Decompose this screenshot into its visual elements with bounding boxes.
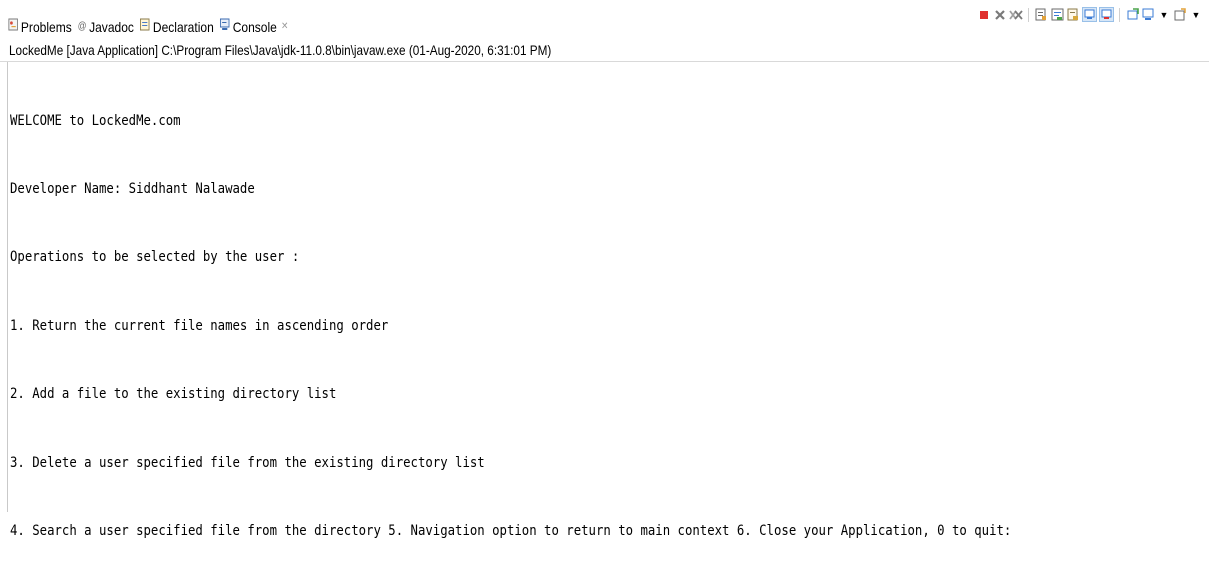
view-tab-bar: Problems @ Javadoc Declaration Console ✕ [0,0,1209,35]
javadoc-icon: @ [77,20,87,32]
console-line: WELCOME to LockedMe.com [10,112,181,129]
show-console-on-stderr-icon[interactable] [1082,7,1097,22]
chevron-down-icon[interactable]: ▼ [1157,8,1171,22]
console-toolbar: ▼ ▼ [977,7,1203,22]
declaration-icon [140,18,150,35]
console-line: 3. Delete a user specified file from the… [10,454,485,471]
tab-problems-label: Problems [20,18,72,35]
terminate-icon[interactable] [977,8,991,22]
launch-description: LockedMe [Java Application] C:\Program F… [9,42,552,58]
console-line: Operations to be selected by the user : [10,249,300,266]
toolbar-separator [1028,7,1029,22]
toolbar-separator [1119,7,1120,22]
new-console-view-icon[interactable] [1173,8,1187,22]
tab-console-label: Console [232,18,277,35]
remove-all-terminated-icon[interactable] [1009,8,1023,22]
close-icon[interactable]: ✕ [281,21,288,32]
tab-declaration[interactable]: Declaration [140,18,214,35]
console-output[interactable]: WELCOME to LockedMe.com Developer Name: … [10,64,1011,566]
tab-javadoc-label: Javadoc [89,18,134,35]
open-console-icon[interactable] [1141,8,1155,22]
problems-icon [8,18,18,35]
console-icon [220,18,230,35]
pin-console-icon[interactable] [1099,7,1114,22]
console-left-border [7,62,8,512]
header-divider [0,61,1209,62]
console-line: 1. Return the current file names in asce… [10,317,389,334]
tab-problems[interactable]: Problems [8,18,72,35]
scroll-lock-icon[interactable] [1034,8,1048,22]
show-console-on-stdout-icon[interactable] [1066,8,1080,22]
console-line: Developer Name: Siddhant Nalawade [10,180,255,197]
word-wrap-icon[interactable] [1050,8,1064,22]
console-line: 4. Search a user specified file from the… [10,522,1012,539]
tab-javadoc[interactable]: @ Javadoc [78,19,134,35]
console-line: 2. Add a file to the existing directory … [10,386,337,403]
display-selected-console-icon[interactable] [1125,8,1139,22]
tab-declaration-label: Declaration [152,18,214,35]
tab-console[interactable]: Console ✕ [220,18,288,35]
remove-launch-icon[interactable] [993,8,1007,22]
view-tabs: Problems @ Javadoc Declaration Console ✕ [8,18,294,35]
chevron-down-icon[interactable]: ▼ [1189,8,1203,22]
